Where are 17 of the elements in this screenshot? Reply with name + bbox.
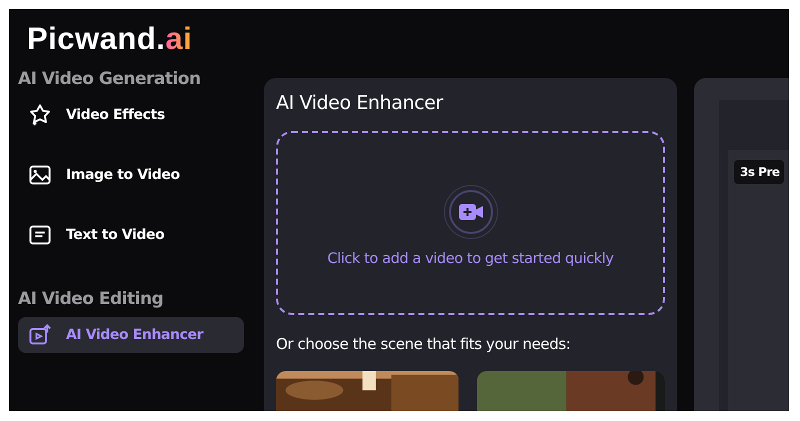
section-heading: AI Video Generation [18,69,201,89]
sparkle-star-icon [28,103,52,127]
section-heading: AI Video Editing [18,289,164,309]
upload-area[interactable]: Click to add a video to get started quickly [276,131,665,315]
sidebar-item[interactable]: AI Video Enhancer [18,317,244,353]
panel-title: AI Video Enhancer [276,92,443,114]
preview-badge: 3s Pre [734,160,784,184]
text-screen-icon [28,223,52,247]
sidebar-item[interactable]: Video Effects [18,97,244,133]
add-video-icon [444,185,498,239]
upload-hint: Click to add a video to get started quickly [327,251,614,267]
sidebar-item[interactable]: Image to Video [18,157,244,193]
sidebar-item[interactable]: Text to Video [18,217,244,253]
upload-video-icon [28,323,52,347]
logo: Picwand.ai [27,21,192,57]
scene-prompt: Or choose the scene that fits your needs: [276,335,570,353]
image-icon [28,163,52,187]
